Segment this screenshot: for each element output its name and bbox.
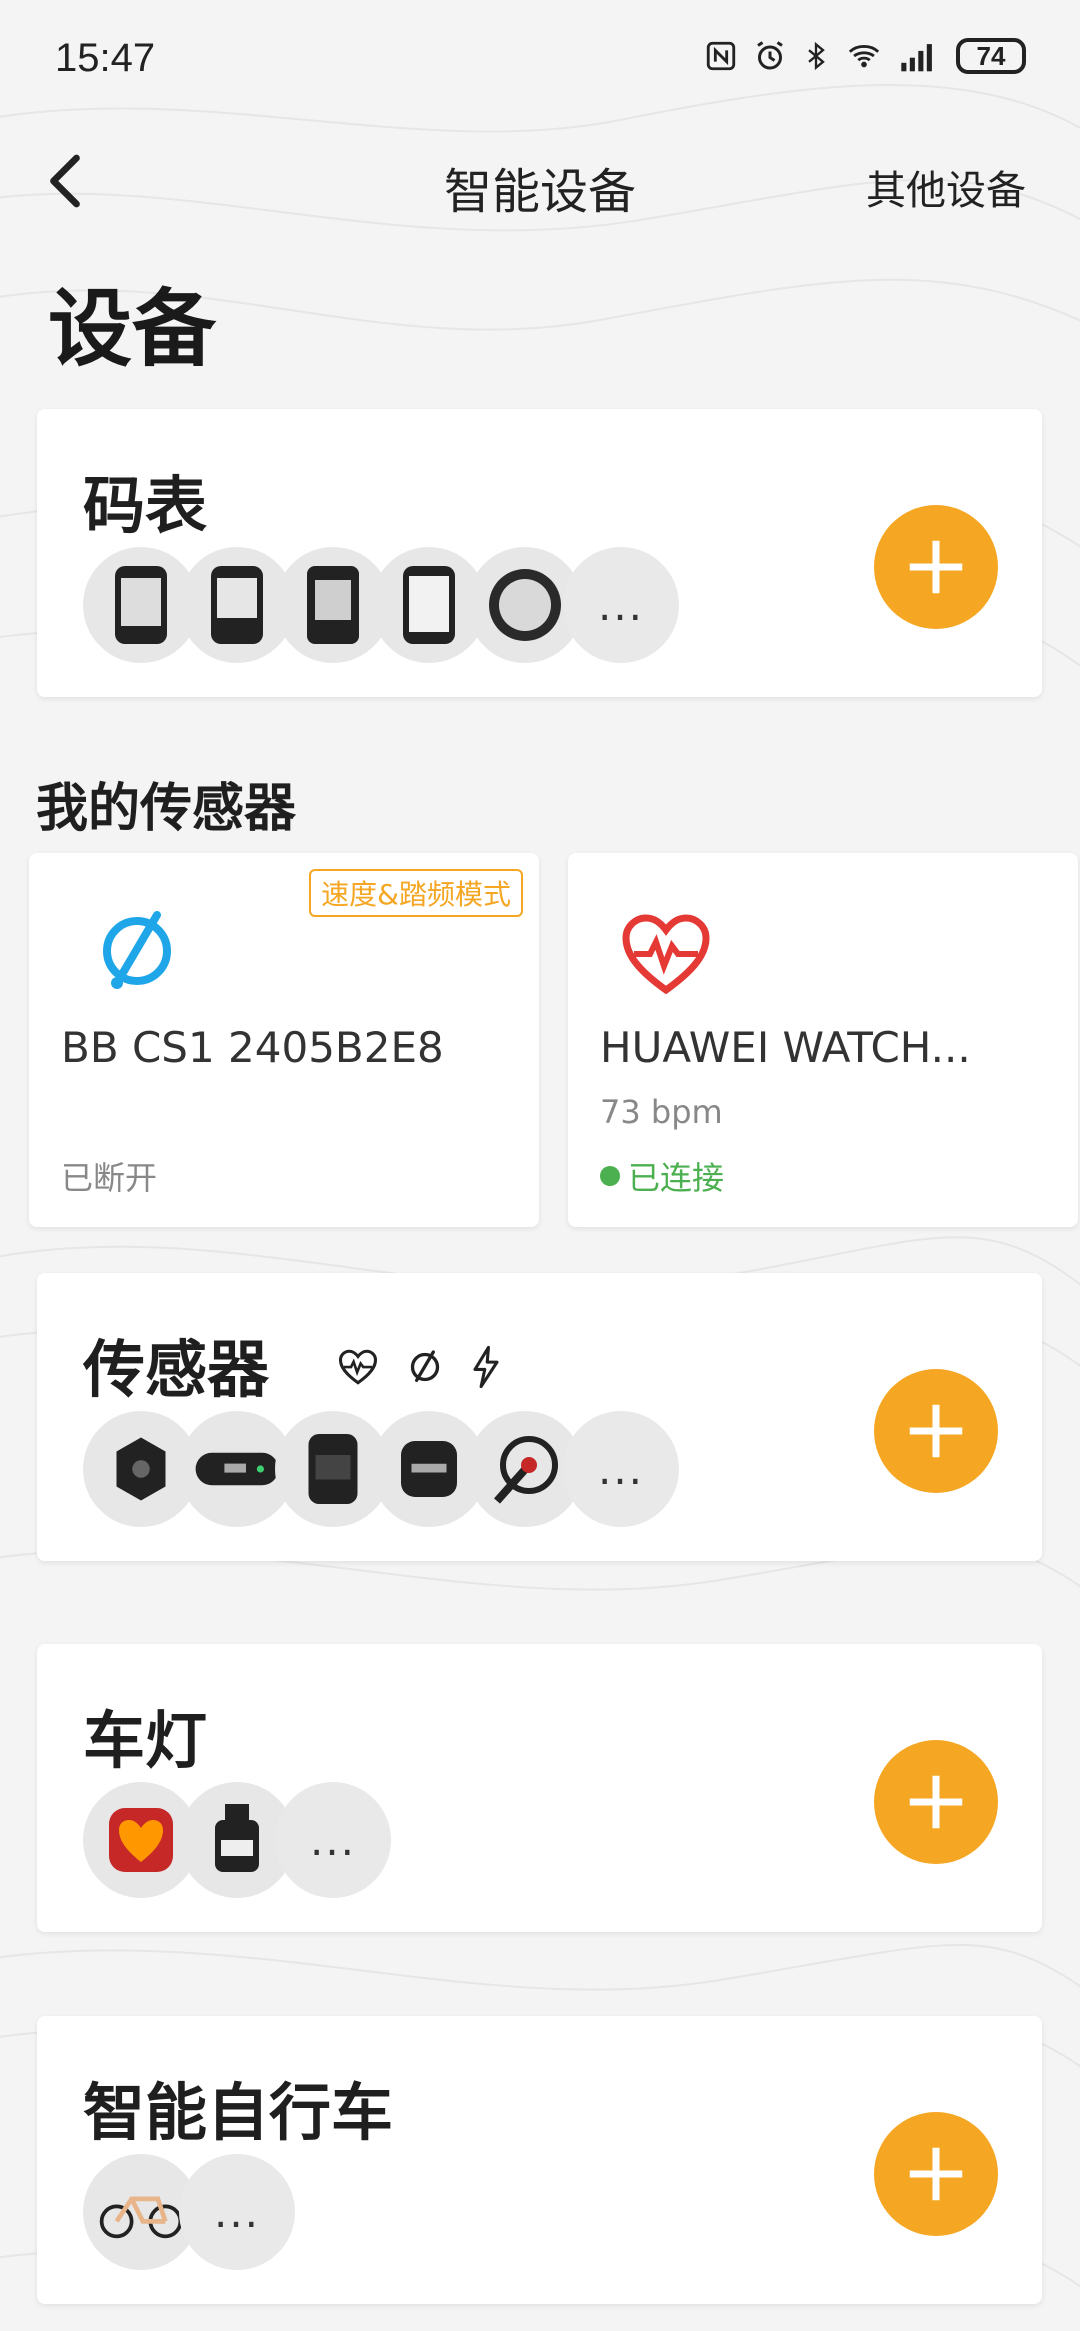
add-light-button[interactable] — [874, 1740, 998, 1864]
plus-icon — [909, 1404, 963, 1458]
lights-title: 车灯 — [83, 1704, 208, 1777]
bpm-value: 73 — [600, 1093, 641, 1131]
bike-computer-more[interactable]: ... — [563, 547, 679, 663]
status-time: 15:47 — [55, 36, 156, 80]
heart-rate-value: 73 bpm — [600, 1093, 723, 1131]
connection-status-text: 已连接 — [628, 1159, 725, 1197]
bluetooth-icon — [808, 41, 825, 71]
heart-rate-icon — [622, 914, 710, 995]
add-bike-computer-button[interactable] — [874, 505, 998, 629]
plus-icon — [909, 2147, 963, 2201]
page-title: 设备 — [48, 280, 217, 378]
plus-icon — [909, 540, 963, 594]
add-smart-bike-button[interactable] — [874, 2112, 998, 2236]
sensor-card-heart-rate[interactable]: HUAWEI WATCH... 73 bpm 已连接 — [568, 853, 1078, 1227]
sensor-card-cadence[interactable]: 速度&踏频模式 BB CS1 2405B2E8 已断开 — [29, 853, 539, 1227]
smart-bike-card[interactable]: 智能自行车 ... — [37, 2016, 1042, 2304]
sensor-status: 已断开 — [61, 1159, 158, 1197]
nfc-icon — [706, 41, 736, 71]
my-sensors-label: 我的传感器 — [36, 779, 297, 839]
sensors-card[interactable]: 传感器 ... — [37, 1273, 1042, 1561]
alarm-icon — [757, 41, 783, 70]
add-sensor-button[interactable] — [874, 1369, 998, 1493]
status-icons: 74 — [704, 38, 1026, 74]
battery-indicator: 74 — [956, 38, 1026, 74]
bike-computer-title: 码表 — [83, 469, 208, 542]
cadence-icon — [410, 1350, 440, 1382]
bpm-unit: bpm — [650, 1093, 723, 1131]
lights-card[interactable]: 车灯 ... — [37, 1644, 1042, 1932]
lights-more[interactable]: ... — [275, 1782, 391, 1898]
smart-bike-more[interactable]: ... — [179, 2154, 295, 2270]
sensors-title: 传感器 — [83, 1333, 270, 1406]
plus-icon — [909, 1775, 963, 1829]
smart-bike-title: 智能自行车 — [83, 2076, 394, 2149]
sensor-name: HUAWEI WATCH... — [600, 1023, 971, 1072]
other-devices-link[interactable]: 其他设备 — [866, 158, 1026, 216]
sensor-name: BB CS1 2405B2E8 — [61, 1023, 444, 1072]
wifi-icon — [848, 45, 880, 68]
sensors-more[interactable]: ... — [563, 1411, 679, 1527]
connected-dot — [600, 1166, 620, 1186]
bike-computer-card[interactable]: 码表 ... — [37, 409, 1042, 697]
sensor-type-icons — [337, 1345, 501, 1389]
heart-rate-icon — [338, 1349, 378, 1385]
power-icon — [473, 1345, 499, 1389]
cadence-sensor-icon — [103, 911, 171, 989]
signal-icon — [901, 44, 932, 72]
connection-status: 已连接 — [600, 1153, 724, 1199]
mode-badge: 速度&踏频模式 — [309, 869, 523, 917]
